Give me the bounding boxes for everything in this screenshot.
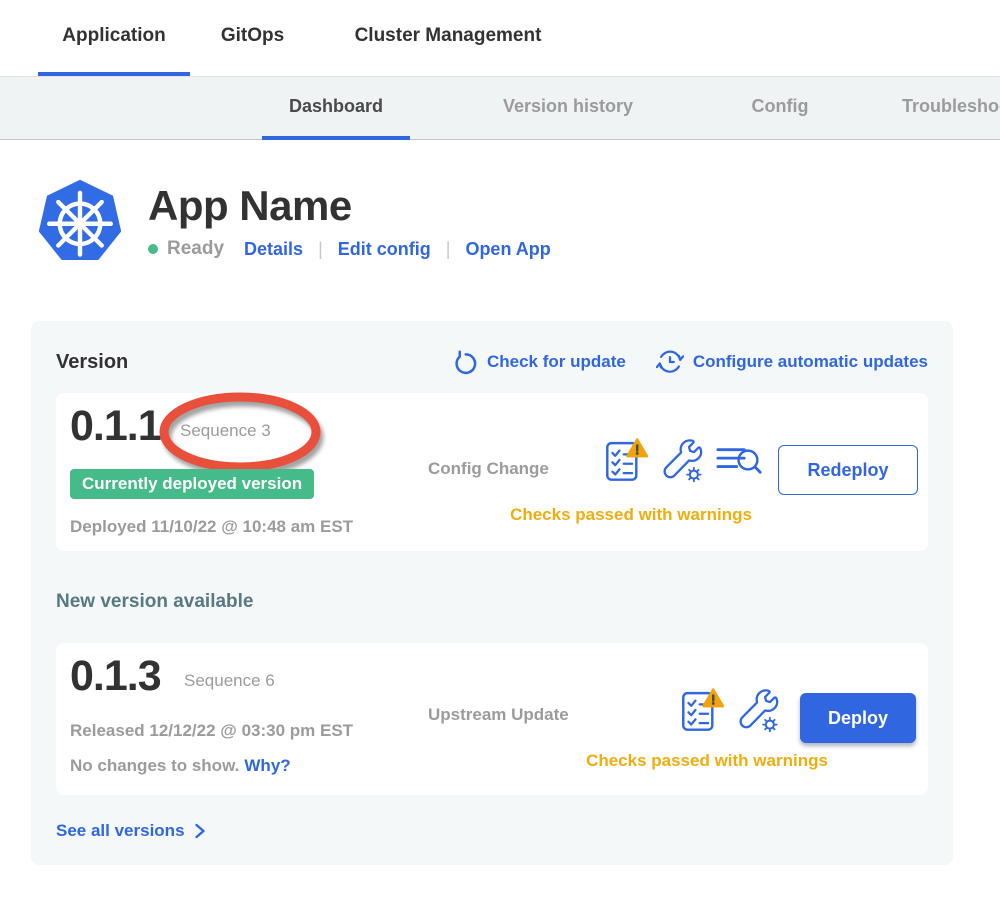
link-divider: | xyxy=(431,239,466,260)
subtab-troubleshoot[interactable]: Troubleshoot xyxy=(902,77,1000,140)
app-header: App Name Ready Details | Edit config | O… xyxy=(36,178,1000,266)
tab-cluster-management[interactable]: Cluster Management xyxy=(328,0,568,76)
check-for-update-label: Check for update xyxy=(487,352,626,372)
configure-automatic-updates-link[interactable]: Configure automatic updates xyxy=(656,348,928,376)
new-checks-status: Checks passed with warnings xyxy=(542,751,872,771)
wrench-gear-icon[interactable] xyxy=(737,687,779,733)
new-version-sequence: Sequence 6 xyxy=(184,671,275,691)
deployed-timestamp: Deployed 11/10/22 @ 10:48 am EST xyxy=(70,517,353,537)
app-header-text: App Name Ready Details | Edit config | O… xyxy=(148,184,551,260)
deploy-button[interactable]: Deploy xyxy=(800,693,916,743)
wrench-gear-icon[interactable] xyxy=(661,437,703,483)
subtab-version-history[interactable]: Version history xyxy=(478,77,658,140)
new-version-number: 0.1.3 xyxy=(70,655,161,698)
top-nav: Application GitOps Cluster Management xyxy=(0,0,1000,76)
status-text: Ready xyxy=(167,238,224,260)
details-link[interactable]: Details xyxy=(244,239,303,260)
preflight-checks-icon[interactable] xyxy=(604,437,648,483)
link-divider: | xyxy=(303,239,338,260)
current-version-sequence: Sequence 3 xyxy=(180,421,271,441)
refresh-icon xyxy=(453,350,478,375)
new-version-card: 0.1.3 Sequence 6 Released 12/12/22 @ 03:… xyxy=(56,643,928,795)
version-panel-actions: Check for update Configure automatic upd… xyxy=(453,348,928,376)
tab-gitops[interactable]: GitOps xyxy=(205,0,300,76)
chevron-right-icon xyxy=(194,823,206,839)
tab-cluster-management-label: Cluster Management xyxy=(355,25,542,47)
check-for-update-link[interactable]: Check for update xyxy=(453,350,626,375)
released-timestamp: Released 12/12/22 @ 03:30 pm EST xyxy=(70,721,353,741)
version-panel-header: Version Check for update xyxy=(56,347,928,377)
version-panel: Version Check for update xyxy=(31,321,953,865)
clock-refresh-icon xyxy=(656,348,684,376)
tab-application-label: Application xyxy=(62,25,165,47)
why-link[interactable]: Why? xyxy=(244,756,290,775)
current-checks-status: Checks passed with warnings xyxy=(466,505,796,525)
subtab-troubleshoot-label: Troubleshoot xyxy=(902,96,1000,117)
current-version-card: 0.1.1 Sequence 3 Currently deployed vers… xyxy=(56,393,928,551)
kubernetes-logo-icon xyxy=(36,178,124,266)
version-panel-title: Version xyxy=(56,351,128,374)
new-version-heading: New version available xyxy=(56,591,928,613)
subtab-dashboard-label: Dashboard xyxy=(289,96,383,117)
sub-nav: Dashboard Version history Config Trouble… xyxy=(0,76,1000,140)
current-version-source: Config Change xyxy=(428,459,549,479)
new-version-source: Upstream Update xyxy=(428,705,569,725)
current-version-icons xyxy=(604,437,763,483)
edit-config-link[interactable]: Edit config xyxy=(338,239,431,260)
redeploy-button[interactable]: Redeploy xyxy=(778,445,918,495)
list-magnifier-icon[interactable] xyxy=(716,440,763,480)
page: Application GitOps Cluster Management Da… xyxy=(0,0,1000,898)
preflight-checks-icon[interactable] xyxy=(680,687,724,733)
currently-deployed-badge: Currently deployed version xyxy=(70,469,314,499)
subtab-config[interactable]: Config xyxy=(734,77,826,140)
subtab-version-history-label: Version history xyxy=(503,96,633,117)
see-all-versions-label: See all versions xyxy=(56,821,185,841)
new-version-icons xyxy=(680,687,779,733)
no-changes-note: No changes to show. xyxy=(70,756,239,775)
current-version-number: 0.1.1 xyxy=(70,405,161,448)
app-name: App Name xyxy=(148,184,551,228)
tab-gitops-label: GitOps xyxy=(221,25,284,47)
configure-automatic-updates-label: Configure automatic updates xyxy=(693,352,928,372)
tab-application[interactable]: Application xyxy=(38,0,190,76)
subtab-dashboard[interactable]: Dashboard xyxy=(262,77,410,140)
see-all-versions-link[interactable]: See all versions xyxy=(56,821,206,841)
status-dot-icon xyxy=(148,244,158,254)
open-app-link[interactable]: Open App xyxy=(465,239,550,260)
changes-row: No changes to show. Why? xyxy=(70,756,291,776)
app-status-row: Ready Details | Edit config | Open App xyxy=(148,238,551,260)
subtab-config-label: Config xyxy=(752,96,809,117)
